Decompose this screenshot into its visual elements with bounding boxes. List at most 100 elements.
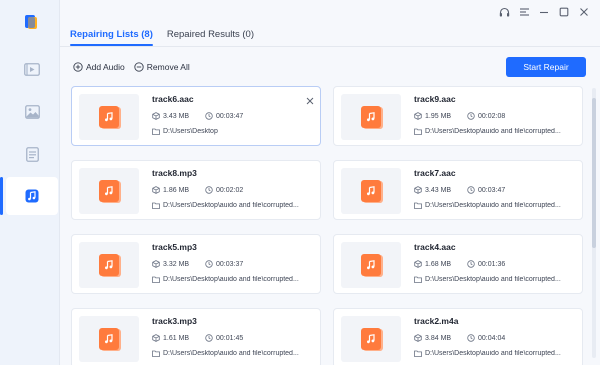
file-duration: 00:02:02 bbox=[205, 186, 243, 194]
sidebar-item-video[interactable] bbox=[6, 50, 58, 88]
file-thumbnail bbox=[79, 242, 139, 288]
tab-repaired-results[interactable]: Repaired Results (0) bbox=[167, 29, 254, 46]
music-icon bbox=[25, 189, 39, 203]
file-path: D:\Users\Desktop bbox=[152, 128, 302, 135]
file-duration-text: 00:03:47 bbox=[478, 186, 506, 194]
file-path-text: D:\Users\Desktop\auido and file\corrupte… bbox=[163, 350, 299, 357]
file-card[interactable]: track2.m4a 3.84 MB 00:04:04 D:\Users\Des… bbox=[333, 308, 583, 365]
close-icon[interactable] bbox=[578, 6, 590, 18]
file-size: 1.68 MB bbox=[414, 260, 451, 268]
file-card[interactable]: track8.mp3 1.86 MB 00:02:02 D:\Users\Des… bbox=[71, 160, 321, 220]
scrollbar-thumb[interactable] bbox=[592, 98, 596, 248]
folder-icon bbox=[152, 350, 160, 357]
clock-icon bbox=[467, 260, 475, 268]
remove-all-label: Remove All bbox=[146, 62, 190, 72]
file-duration-text: 00:02:08 bbox=[478, 112, 506, 120]
folder-icon bbox=[414, 276, 422, 283]
clock-icon bbox=[467, 186, 475, 194]
file-path-text: D:\Users\Desktop\auido and file\corrupte… bbox=[425, 276, 561, 283]
file-size: 1.61 MB bbox=[152, 334, 189, 342]
cube-icon bbox=[152, 334, 160, 342]
folder-icon bbox=[414, 128, 422, 135]
file-thumbnail bbox=[341, 168, 401, 214]
cube-icon bbox=[152, 260, 160, 268]
cube-icon bbox=[414, 186, 422, 194]
file-thumbnail bbox=[79, 168, 139, 214]
file-name: track2.m4a bbox=[414, 316, 459, 326]
file-path: D:\Users\Desktop\auido and file\corrupte… bbox=[414, 276, 564, 283]
main-panel: Repairing Lists (8) Repaired Results (0)… bbox=[60, 0, 600, 365]
file-duration-text: 00:03:47 bbox=[216, 112, 244, 120]
file-duration-text: 00:01:36 bbox=[478, 260, 506, 268]
file-path: D:\Users\Desktop\auido and file\corrupte… bbox=[152, 276, 302, 283]
clock-icon bbox=[467, 112, 475, 120]
file-card[interactable]: track7.aac 3.43 MB 00:03:47 D:\Users\Des… bbox=[333, 160, 583, 220]
clock-icon bbox=[205, 260, 213, 268]
file-thumbnail bbox=[341, 94, 401, 140]
file-card[interactable]: track6.aac 3.43 MB 00:03:47 D:\Users\Des… bbox=[71, 86, 321, 146]
file-card[interactable]: track5.mp3 3.32 MB 00:03:37 D:\Users\Des… bbox=[71, 234, 321, 294]
file-size: 1.95 MB bbox=[414, 112, 451, 120]
sidebar-item-audio[interactable] bbox=[0, 177, 58, 215]
remove-all-button[interactable]: Remove All bbox=[134, 62, 190, 72]
clock-icon bbox=[205, 112, 213, 120]
file-duration: 00:01:36 bbox=[467, 260, 505, 268]
menu-icon[interactable] bbox=[518, 6, 530, 18]
file-size: 3.32 MB bbox=[152, 260, 189, 268]
scrollbar-track[interactable] bbox=[592, 88, 596, 358]
file-card[interactable]: track3.mp3 1.61 MB 00:01:45 D:\Users\Des… bbox=[71, 308, 321, 365]
file-duration-text: 00:01:45 bbox=[216, 334, 244, 342]
file-path: D:\Users\Desktop\auido and file\corrupte… bbox=[414, 128, 564, 135]
clock-icon bbox=[205, 186, 213, 194]
cube-icon bbox=[414, 334, 422, 342]
file-name: track4.aac bbox=[414, 242, 456, 252]
file-name: track6.aac bbox=[152, 94, 194, 104]
file-path-text: D:\Users\Desktop\auido and file\corrupte… bbox=[425, 128, 561, 135]
file-size-text: 1.95 MB bbox=[425, 112, 452, 120]
file-name: track5.mp3 bbox=[152, 242, 197, 252]
file-path: D:\Users\Desktop\auido and file\corrupte… bbox=[152, 350, 302, 357]
file-duration: 00:02:08 bbox=[467, 112, 505, 120]
start-repair-button[interactable]: Start Repair bbox=[506, 57, 586, 77]
file-thumbnail bbox=[79, 94, 139, 140]
minimize-icon[interactable] bbox=[538, 6, 550, 18]
music-file-icon bbox=[361, 106, 381, 128]
maximize-icon[interactable] bbox=[558, 6, 570, 18]
cube-icon bbox=[414, 112, 422, 120]
file-meta: 3.84 MB 00:04:04 bbox=[414, 334, 505, 342]
music-file-icon bbox=[361, 254, 381, 276]
add-audio-button[interactable]: Add Audio bbox=[73, 62, 125, 72]
photo-icon bbox=[24, 105, 40, 119]
folder-icon bbox=[152, 276, 160, 283]
headset-icon[interactable] bbox=[498, 6, 510, 18]
cube-icon bbox=[152, 186, 160, 194]
file-card[interactable]: track9.aac 1.95 MB 00:02:08 D:\Users\Des… bbox=[333, 86, 583, 146]
file-duration: 00:03:47 bbox=[205, 112, 243, 120]
window-controls bbox=[498, 6, 590, 18]
file-meta: 3.32 MB 00:03:37 bbox=[152, 260, 243, 268]
file-meta: 3.43 MB 00:03:47 bbox=[152, 112, 243, 120]
cube-icon bbox=[414, 260, 422, 268]
music-file-icon bbox=[99, 254, 119, 276]
file-size-text: 3.84 MB bbox=[425, 334, 452, 342]
file-meta: 3.43 MB 00:03:47 bbox=[414, 186, 505, 194]
file-duration: 00:03:37 bbox=[205, 260, 243, 268]
file-size: 3.43 MB bbox=[414, 186, 451, 194]
file-thumbnail bbox=[79, 316, 139, 362]
file-path: D:\Users\Desktop\auido and file\corrupte… bbox=[414, 350, 564, 357]
remove-circle-icon bbox=[134, 62, 144, 72]
video-icon bbox=[24, 62, 40, 76]
file-path-text: D:\Users\Desktop\auido and file\corrupte… bbox=[425, 350, 561, 357]
file-card[interactable]: track4.aac 1.68 MB 00:01:36 D:\Users\Des… bbox=[333, 234, 583, 294]
file-duration: 00:01:45 bbox=[205, 334, 243, 342]
sidebar-item-photo[interactable] bbox=[6, 93, 58, 131]
file-size: 1.86 MB bbox=[152, 186, 189, 194]
remove-file-icon[interactable] bbox=[306, 92, 314, 105]
file-path: D:\Users\Desktop\auido and file\corrupte… bbox=[414, 202, 564, 209]
folder-icon bbox=[414, 202, 422, 209]
tab-repairing-lists[interactable]: Repairing Lists (8) bbox=[70, 29, 153, 46]
file-size-text: 1.68 MB bbox=[425, 260, 452, 268]
sidebar-item-document[interactable] bbox=[6, 135, 58, 173]
file-meta: 1.95 MB 00:02:08 bbox=[414, 112, 505, 120]
add-circle-icon bbox=[73, 62, 83, 72]
